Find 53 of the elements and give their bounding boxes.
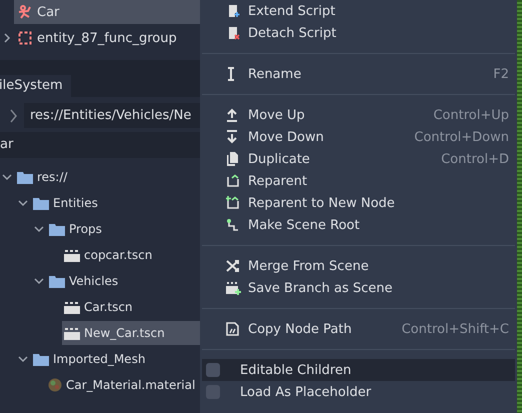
folder-icon (49, 222, 65, 236)
menu-item[interactable]: Detach Script (202, 22, 515, 44)
folder-icon (33, 352, 49, 366)
clapperboard-icon (64, 300, 80, 314)
menu-item[interactable]: Rename F2 (202, 63, 515, 85)
menu-item[interactable]: Reparent (202, 170, 515, 192)
arrow-up-icon (226, 108, 238, 122)
file-tree-item[interactable]: Props (47, 217, 200, 241)
node-path-icon (226, 322, 239, 336)
script-add-icon (226, 4, 240, 18)
menu-item[interactable]: Merge From Scene (202, 255, 515, 277)
file-tree-item[interactable]: copcar.tscn (62, 243, 200, 267)
hierarchy-icon (226, 218, 240, 232)
menu-item[interactable]: Move Down Control+Down (202, 126, 515, 148)
scene-tree-item[interactable]: Car (14, 0, 200, 24)
filter-field[interactable]: ar (0, 132, 200, 158)
menu-item[interactable]: Extend Script (202, 0, 515, 22)
menu-item[interactable]: Reparent to New Node (202, 192, 515, 214)
reparent-new-icon (226, 196, 240, 210)
menu-item[interactable]: Make Scene Root (202, 214, 515, 236)
menu-item[interactable]: Duplicate Control+D (202, 148, 515, 170)
folder-icon (49, 274, 65, 288)
scene-tree-item[interactable]: entity_87_func_group (14, 26, 200, 50)
folder-icon (33, 196, 49, 210)
file-tree-item[interactable]: Vehicles (47, 269, 200, 293)
reparent-icon (226, 174, 240, 188)
checkbox[interactable] (206, 363, 220, 377)
filesystem-tab[interactable]: ileSystem (0, 75, 71, 97)
menu-check-item[interactable]: Load As Placeholder (202, 381, 515, 403)
text-cursor-icon (226, 67, 236, 81)
file-tree-item[interactable]: Car_Material.material (46, 373, 200, 397)
merge-icon (226, 259, 240, 273)
file-tree-item[interactable]: Entities (31, 191, 200, 215)
arrow-down-icon (226, 130, 238, 144)
path-field[interactable]: res://Entities/Vehicles/Ne (24, 103, 200, 128)
file-tree-item[interactable]: Imported_Mesh (31, 347, 200, 371)
file-tree-item[interactable]: res:// (15, 165, 200, 189)
dashed-square-icon (18, 31, 32, 45)
menu-item[interactable]: Copy Node Path Control+Shift+C (202, 318, 515, 340)
file-tree-item[interactable]: Car.tscn (62, 295, 200, 319)
material-sphere-icon (48, 378, 62, 392)
duplicate-icon (226, 152, 239, 166)
menu-item[interactable]: Save Branch as Scene (202, 277, 515, 299)
clapperboard-add-icon (226, 281, 241, 295)
clapperboard-icon (64, 248, 80, 262)
menu-check-item[interactable]: Editable Children (202, 359, 515, 381)
folder-icon (17, 170, 33, 184)
menu-item[interactable]: Move Up Control+Up (202, 104, 515, 126)
character-icon (18, 5, 32, 19)
script-remove-icon (226, 26, 240, 40)
checkbox[interactable] (206, 385, 220, 399)
clapperboard-icon (64, 326, 80, 340)
file-tree-item[interactable]: New_Car.tscn (62, 321, 200, 345)
